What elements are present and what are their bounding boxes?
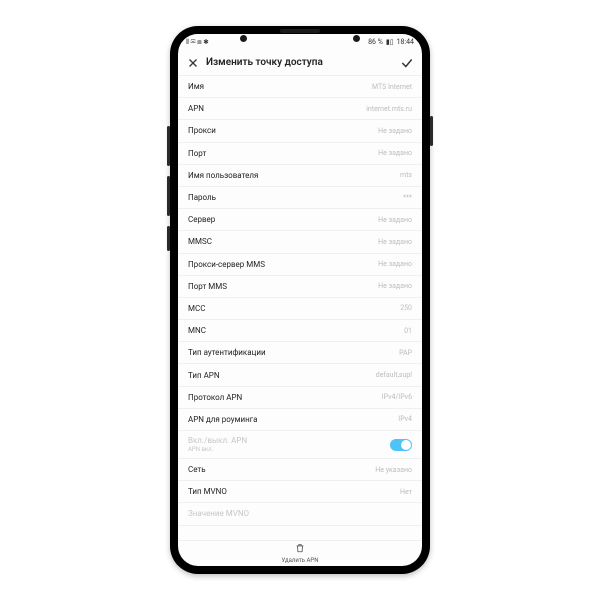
- sublabel: APN вкл.: [188, 446, 213, 453]
- label: APN: [188, 104, 204, 113]
- row-mnc[interactable]: MNC 01: [178, 320, 422, 342]
- status-left: ⫴ ✉ ⧈ ✱: [186, 38, 209, 47]
- row-network[interactable]: Сеть Не указано: [178, 459, 422, 481]
- label: MMSC: [188, 237, 212, 246]
- value: ***: [403, 194, 412, 202]
- value: IPv4: [398, 415, 412, 423]
- toggle-switch[interactable]: [390, 439, 412, 451]
- confirm-icon[interactable]: [400, 56, 414, 70]
- status-icons: ⫴ ✉ ⧈ ✱: [186, 38, 209, 47]
- row-proxy[interactable]: Прокси Не задано: [178, 120, 422, 142]
- label: Сервер: [188, 215, 215, 224]
- volume-up: [167, 126, 170, 166]
- delete-apn-label: Удалить APN: [282, 557, 319, 564]
- row-server[interactable]: Сервер Не задано: [178, 209, 422, 231]
- row-password[interactable]: Пароль ***: [178, 187, 422, 209]
- row-mvno-value: Значение MVNO: [178, 503, 422, 525]
- value: Не задано: [378, 260, 412, 268]
- battery-text: 86 %: [368, 38, 383, 46]
- label: Протокол APN: [188, 393, 242, 402]
- label: Порт: [188, 149, 206, 158]
- page-title: Изменить точку доступа: [206, 57, 394, 68]
- label: Прокси-сервер MMS: [188, 260, 265, 269]
- row-mms-port[interactable]: Порт MMS Не задано: [178, 276, 422, 298]
- value: 01: [404, 327, 412, 335]
- status-right: 86 % ▮▯ 18:44: [368, 38, 414, 46]
- label: Сеть: [188, 465, 206, 474]
- row-username[interactable]: Имя пользователя mts: [178, 165, 422, 187]
- value: Не задано: [378, 238, 412, 246]
- row-mcc[interactable]: MCC 250: [178, 298, 422, 320]
- label: Имя пользователя: [188, 171, 258, 180]
- row-apn-enable[interactable]: Вкл./выкл. APN APN вкл.: [178, 431, 422, 459]
- value: IPv4/IPv6: [382, 393, 412, 401]
- label: Вкл./выкл. APN: [188, 436, 247, 445]
- settings-list: Имя MTS Internet APN internet.mts.ru Прокс…: [178, 76, 422, 540]
- value: Нет: [400, 488, 412, 496]
- value: 250: [400, 304, 412, 312]
- close-icon[interactable]: [186, 56, 200, 70]
- label: Тип MVNO: [188, 487, 227, 496]
- value: Не задано: [378, 216, 412, 224]
- value: PAP: [399, 349, 412, 357]
- value: internet.mts.ru: [366, 105, 412, 113]
- side-button: [167, 226, 170, 251]
- value: MTS Internet: [372, 83, 412, 91]
- value: default,supl: [376, 371, 412, 379]
- value: Не указано: [375, 466, 412, 474]
- row-mms-proxy[interactable]: Прокси-сервер MMS Не задано: [178, 254, 422, 276]
- sensor: [353, 35, 360, 42]
- value: Не задано: [378, 282, 412, 290]
- power-button: [430, 116, 433, 146]
- battery-icon: ▮▯: [386, 38, 394, 46]
- label: Прокси: [188, 126, 216, 135]
- phone-frame: ⫴ ✉ ⧈ ✱ 86 % ▮▯ 18:44 Изменить точку дос…: [170, 26, 430, 574]
- row-apn-protocol[interactable]: Протокол APN IPv4/IPv6: [178, 387, 422, 409]
- value: mts: [400, 171, 412, 179]
- row-name[interactable]: Имя MTS Internet: [178, 76, 422, 98]
- clock: 18:44: [397, 38, 414, 46]
- label: MCC: [188, 304, 205, 313]
- sensor: [240, 35, 247, 42]
- screen: ⫴ ✉ ⧈ ✱ 86 % ▮▯ 18:44 Изменить точку дос…: [178, 34, 422, 566]
- row-auth-type[interactable]: Тип аутентификации PAP: [178, 342, 422, 364]
- row-mvno-type[interactable]: Тип MVNO Нет: [178, 481, 422, 503]
- trash-icon: [295, 543, 305, 556]
- row-mmsc[interactable]: MMSC Не задано: [178, 231, 422, 253]
- row-port[interactable]: Порт Не задано: [178, 143, 422, 165]
- label: Тип аутентификации: [188, 348, 266, 357]
- label: MNC: [188, 326, 206, 335]
- value: Не задано: [378, 149, 412, 157]
- row-apn[interactable]: APN internet.mts.ru: [178, 98, 422, 120]
- label: Тип APN: [188, 371, 220, 380]
- title-bar: Изменить точку доступа: [178, 50, 422, 76]
- status-bar: ⫴ ✉ ⧈ ✱ 86 % ▮▯ 18:44: [178, 34, 422, 50]
- row-apn-roaming[interactable]: APN для роуминга IPv4: [178, 409, 422, 431]
- value: Не задано: [378, 127, 412, 135]
- row-apn-type[interactable]: Тип APN default,supl: [178, 364, 422, 386]
- label: Порт MMS: [188, 282, 227, 291]
- label: Значение MVNO: [188, 509, 249, 518]
- volume-down: [167, 176, 170, 216]
- label: Имя: [188, 82, 204, 91]
- label: Пароль: [188, 193, 216, 202]
- bottom-bar[interactable]: Удалить APN: [178, 540, 422, 566]
- label: APN для роуминга: [188, 415, 257, 424]
